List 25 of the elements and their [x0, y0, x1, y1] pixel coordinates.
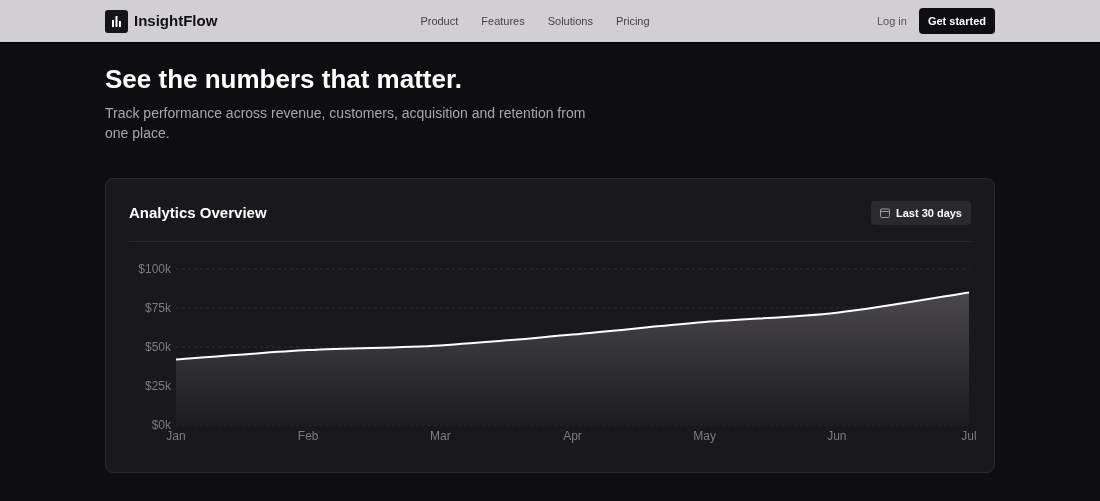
x-axis-label: Mar: [430, 429, 451, 443]
y-axis-label: $25k: [144, 379, 171, 393]
x-axis-label: Feb: [297, 429, 319, 443]
hero-subtitle: Track performance across revenue, customers, acquisition and retention from one place.: [105, 104, 587, 143]
x-axis-label: Jul: [961, 429, 977, 443]
nav-link[interactable]: Solutions: [547, 12, 593, 30]
y-axis-label: $0k: [151, 418, 171, 432]
nav-link[interactable]: Features: [481, 12, 525, 30]
y-axis-label: $50k: [144, 340, 171, 354]
nav-link[interactable]: Product: [420, 12, 459, 30]
x-axis-label: Jan: [166, 429, 186, 443]
date-range-button[interactable]: Last 30 days: [870, 201, 971, 225]
hero-heading: See the numbers that matter.: [105, 63, 463, 95]
card-title: Analytics Overview: [129, 202, 267, 223]
get-started-button[interactable]: Get started: [918, 8, 995, 34]
x-axis-label: Apr: [563, 429, 582, 443]
brand-name: InsightFlow: [134, 10, 218, 31]
bar-chart-logo-icon: [105, 9, 128, 33]
nav-link[interactable]: Pricing: [616, 12, 650, 30]
x-axis-label: Jun: [827, 429, 847, 443]
login-link[interactable]: Log in: [876, 12, 907, 30]
x-axis-label: May: [693, 429, 716, 443]
y-axis-label: $75k: [144, 301, 171, 315]
y-axis-label: $100k: [138, 262, 171, 276]
calendar-icon: [879, 208, 890, 218]
